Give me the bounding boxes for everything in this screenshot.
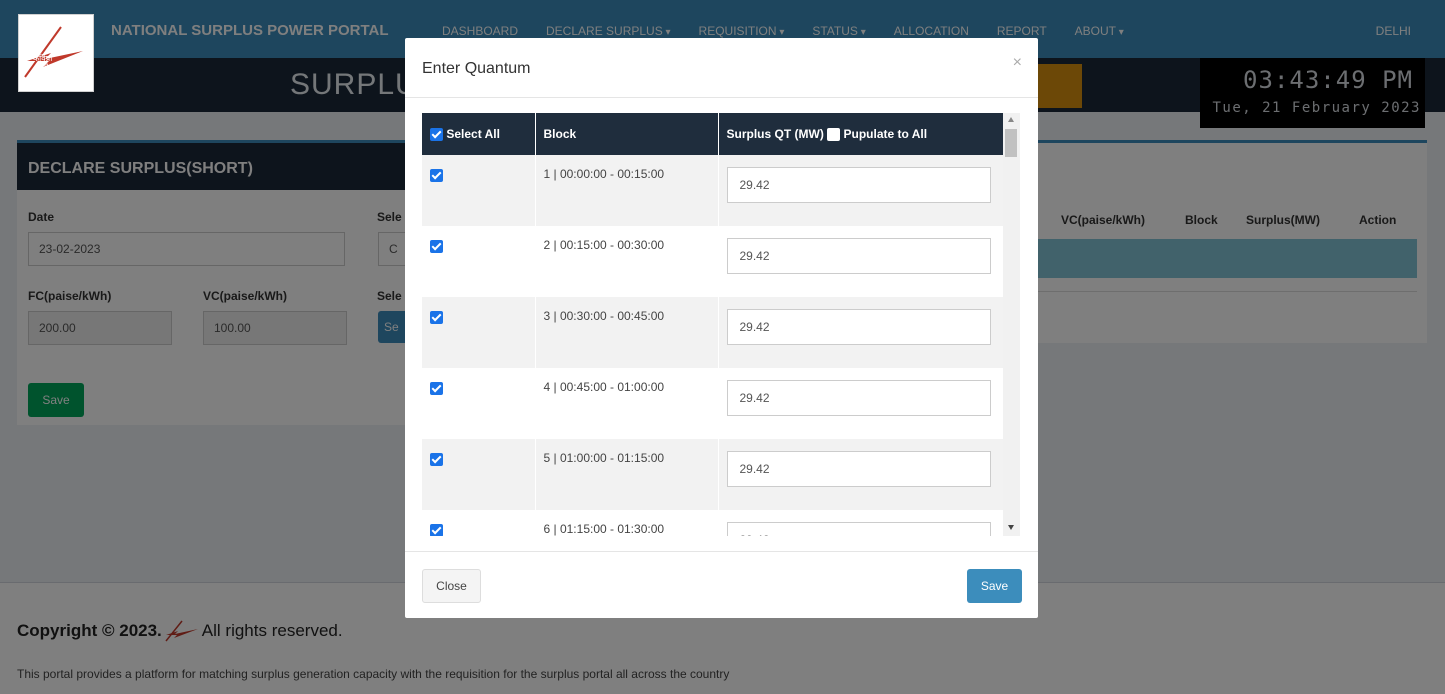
modal-footer: Close Save bbox=[405, 551, 1038, 618]
header-surplus-qt: Surplus QT (MW) Pupulate to All bbox=[718, 113, 1005, 155]
select-all-checkbox[interactable] bbox=[430, 128, 443, 142]
table-row: 3 | 00:30:00 - 00:45:00 bbox=[422, 297, 1005, 368]
row-checkbox[interactable] bbox=[430, 240, 443, 254]
block-label: 2 | 00:15:00 - 00:30:00 bbox=[535, 226, 719, 297]
scroll-down-icon[interactable] bbox=[1008, 525, 1014, 530]
select-all-label: Select All bbox=[446, 126, 500, 141]
block-label: 1 | 00:00:00 - 00:15:00 bbox=[535, 155, 719, 226]
row-checkbox[interactable] bbox=[430, 311, 443, 325]
close-icon[interactable]: × bbox=[1013, 54, 1022, 72]
table-row: 5 | 01:00:00 - 01:15:00 bbox=[422, 439, 1005, 510]
modal-header: Enter Quantum × bbox=[405, 38, 1038, 98]
table-row: 2 | 00:15:00 - 00:30:00 bbox=[422, 226, 1005, 297]
surplus-qt-input[interactable] bbox=[726, 309, 991, 345]
cea-logo-icon: केविप्रा cea bbox=[24, 26, 83, 78]
table-row: 6 | 01:15:00 - 01:30:00 bbox=[422, 510, 1005, 536]
modal-title: Enter Quantum bbox=[422, 60, 531, 77]
populate-all-label: Pupulate to All bbox=[843, 126, 928, 141]
header-select-all: Select All bbox=[422, 113, 536, 155]
scroll-thumb[interactable] bbox=[1005, 129, 1017, 157]
table-header-row: Select All Block Surplus QT (MW) Pupulat… bbox=[422, 113, 1005, 155]
table-row: 1 | 00:00:00 - 00:15:00 bbox=[422, 155, 1005, 226]
header-block: Block bbox=[535, 113, 719, 155]
surplus-qt-input[interactable] bbox=[726, 380, 991, 416]
logo-text-en: cea bbox=[36, 61, 48, 69]
enter-quantum-modal: Enter Quantum × Select All Block Surplus… bbox=[405, 38, 1038, 618]
surplus-qt-input[interactable] bbox=[726, 451, 991, 487]
surplus-qt-input[interactable] bbox=[726, 167, 991, 203]
modal-save-button[interactable]: Save bbox=[967, 569, 1022, 603]
block-label: 5 | 01:00:00 - 01:15:00 bbox=[535, 439, 719, 510]
cea-logo: केविप्रा cea bbox=[18, 14, 94, 92]
quantum-table: Select All Block Surplus QT (MW) Pupulat… bbox=[422, 113, 1005, 536]
row-checkbox[interactable] bbox=[430, 453, 443, 467]
scroll-up-icon[interactable] bbox=[1008, 117, 1014, 122]
table-row: 4 | 00:45:00 - 01:00:00 bbox=[422, 368, 1005, 439]
row-checkbox[interactable] bbox=[430, 382, 443, 396]
populate-all-checkbox[interactable] bbox=[827, 128, 841, 142]
surplus-qt-input[interactable] bbox=[726, 522, 991, 536]
row-checkbox[interactable] bbox=[430, 524, 443, 536]
block-label: 6 | 01:15:00 - 01:30:00 bbox=[535, 510, 719, 536]
row-checkbox[interactable] bbox=[430, 169, 443, 183]
modal-close-button[interactable]: Close bbox=[422, 569, 481, 603]
surplus-qt-input[interactable] bbox=[726, 238, 991, 274]
block-label: 4 | 00:45:00 - 01:00:00 bbox=[535, 368, 719, 439]
table-scrollbar[interactable] bbox=[1003, 113, 1020, 536]
surplus-qt-label: Surplus QT (MW) bbox=[726, 126, 824, 141]
quantum-table-container[interactable]: Select All Block Surplus QT (MW) Pupulat… bbox=[422, 113, 1020, 536]
block-label: 3 | 00:30:00 - 00:45:00 bbox=[535, 297, 719, 368]
